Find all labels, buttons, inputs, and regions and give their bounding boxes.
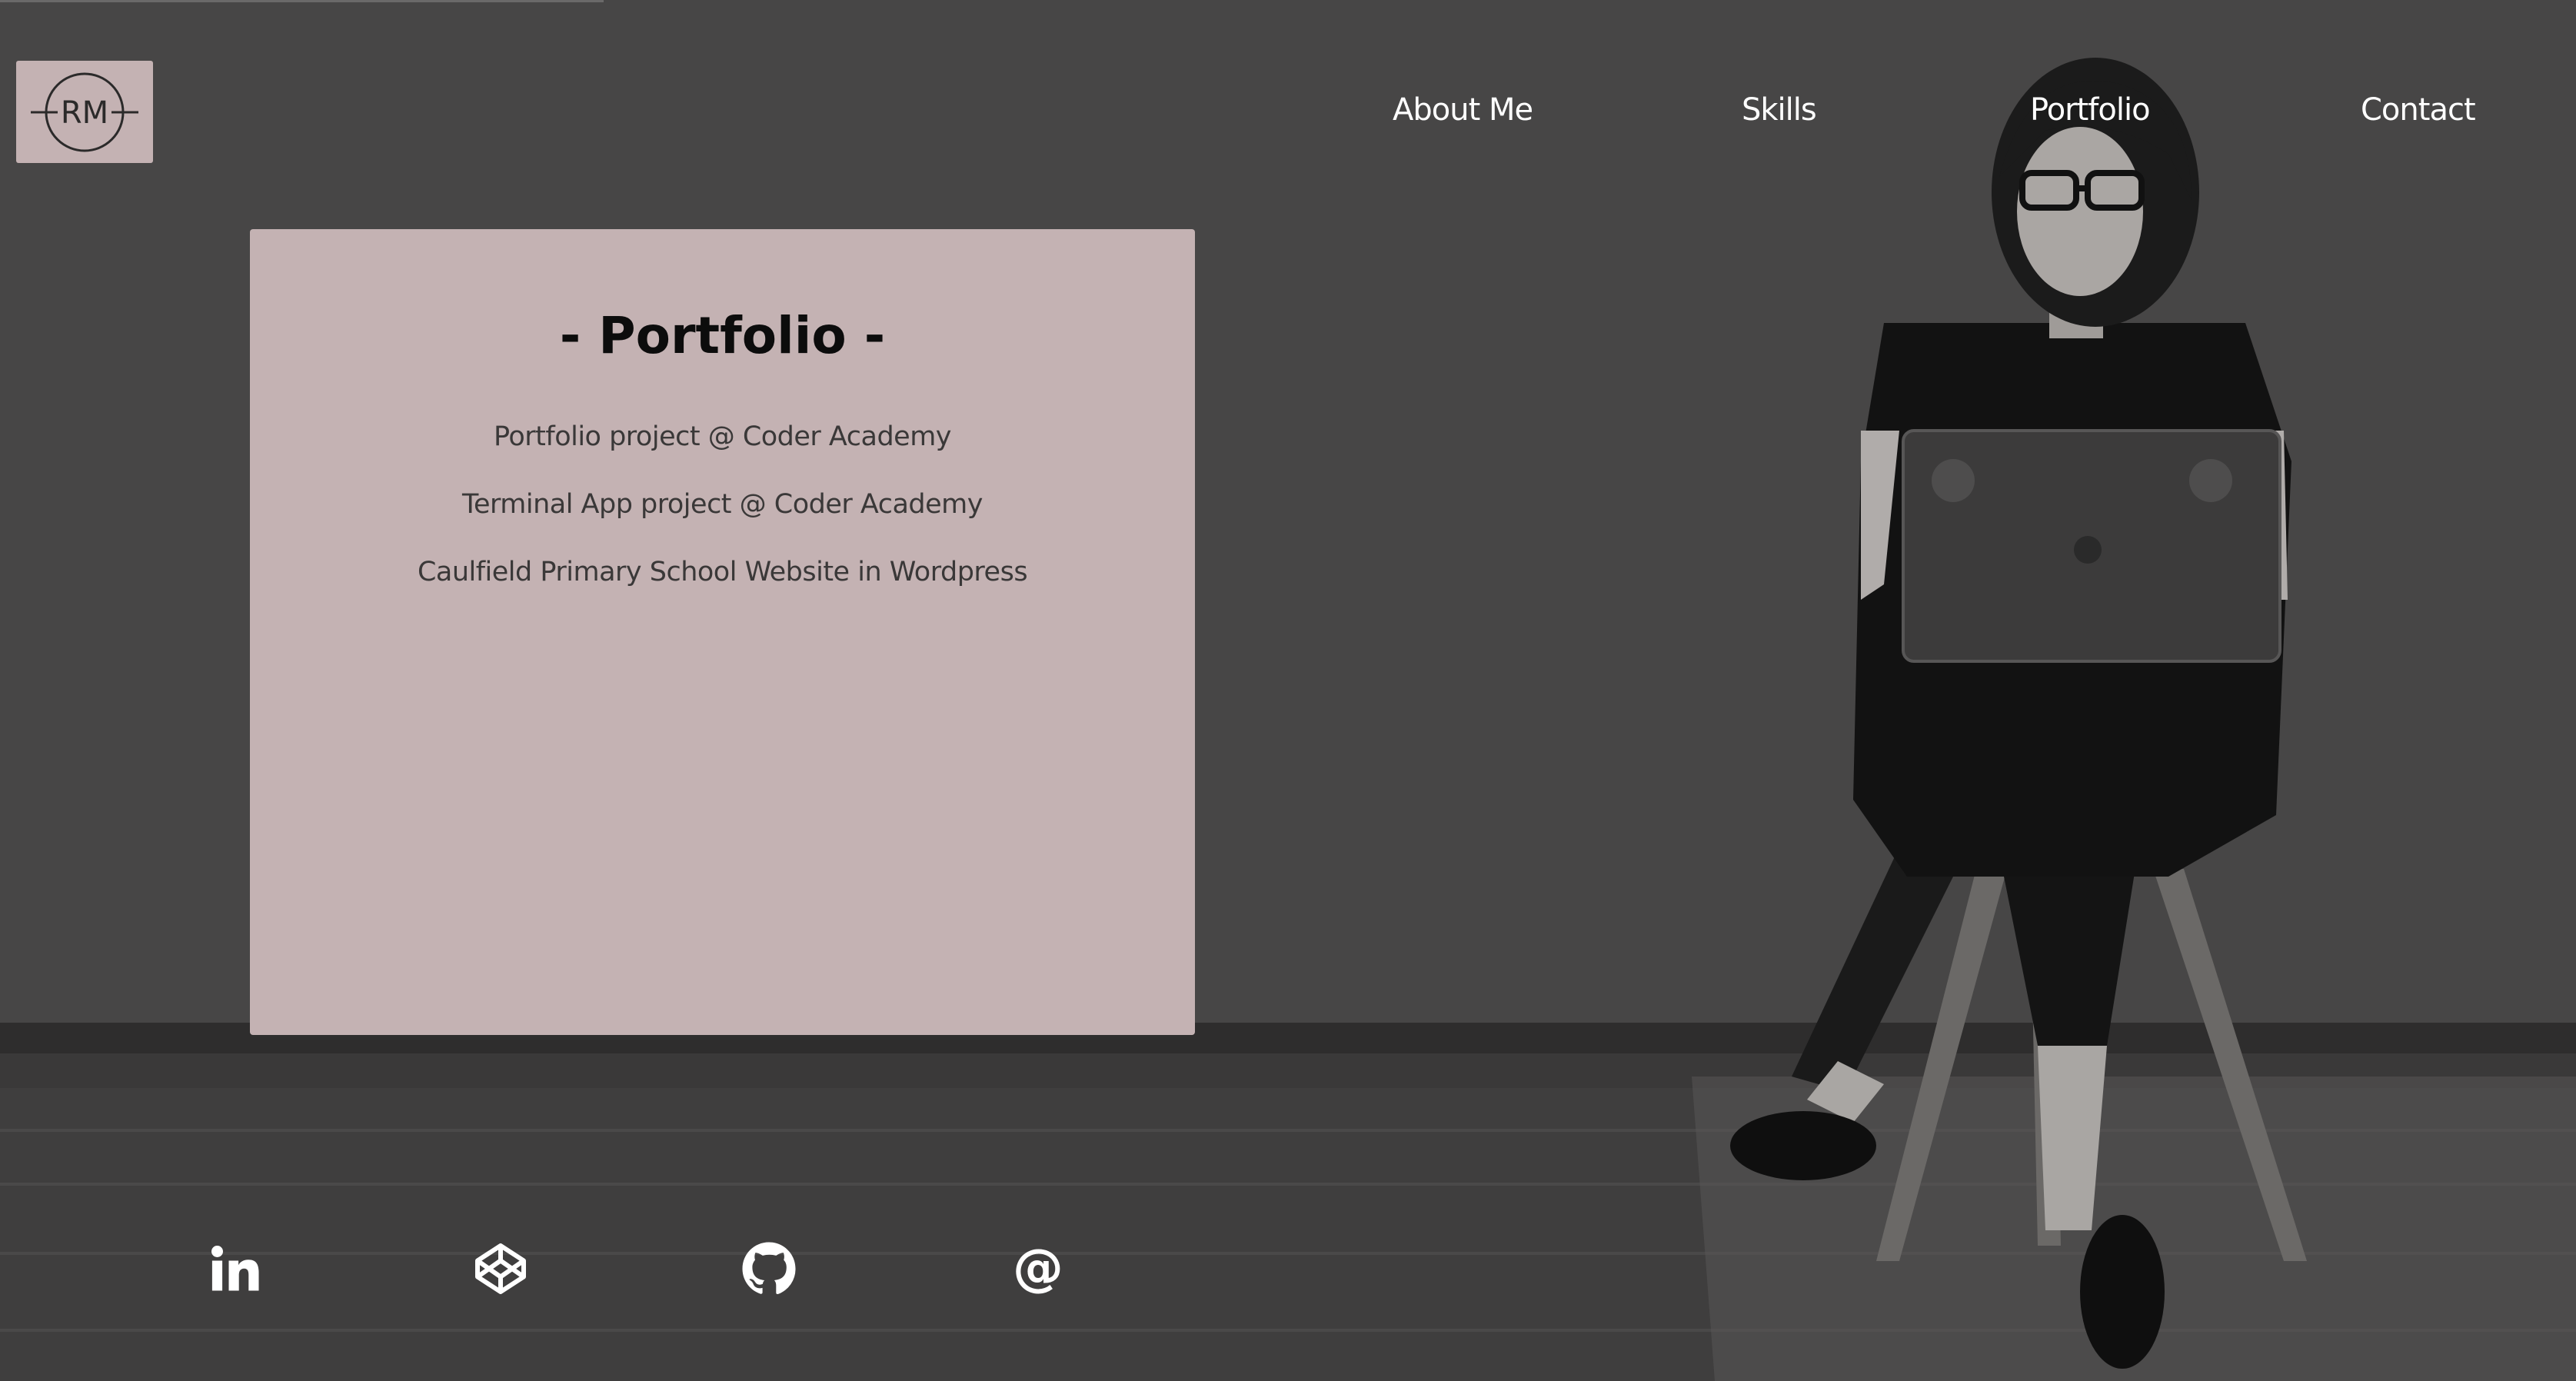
linkedin-icon [211, 1246, 259, 1291]
portfolio-card: - Portfolio - Portfolio project @ Coder … [250, 229, 1195, 1035]
nav-portfolio[interactable]: Portfolio [2030, 92, 2151, 128]
social-links: @ [0, 1234, 2576, 1303]
github-icon [742, 1242, 796, 1295]
linkedin-link[interactable] [200, 1234, 269, 1303]
top-divider [0, 0, 604, 2]
github-link[interactable] [734, 1234, 804, 1303]
portfolio-title: - Portfolio - [559, 306, 886, 365]
email-link[interactable]: @ [1003, 1234, 1073, 1303]
project-link[interactable]: Terminal App project @ Coder Academy [250, 489, 1195, 520]
svg-text:@: @ [1013, 1241, 1063, 1296]
project-link[interactable]: Portfolio project @ Coder Academy [250, 421, 1195, 452]
project-link[interactable]: Caulfield Primary School Website in Word… [250, 557, 1195, 587]
email-at-icon: @ [1013, 1241, 1063, 1296]
codepen-link[interactable] [466, 1234, 535, 1303]
nav-skills[interactable]: Skills [1742, 92, 1817, 128]
main-nav: About Me Skills Portfolio Contact [0, 92, 2576, 138]
codepen-icon [475, 1243, 526, 1294]
nav-about-me[interactable]: About Me [1393, 92, 1533, 128]
nav-contact[interactable]: Contact [2361, 92, 2476, 128]
